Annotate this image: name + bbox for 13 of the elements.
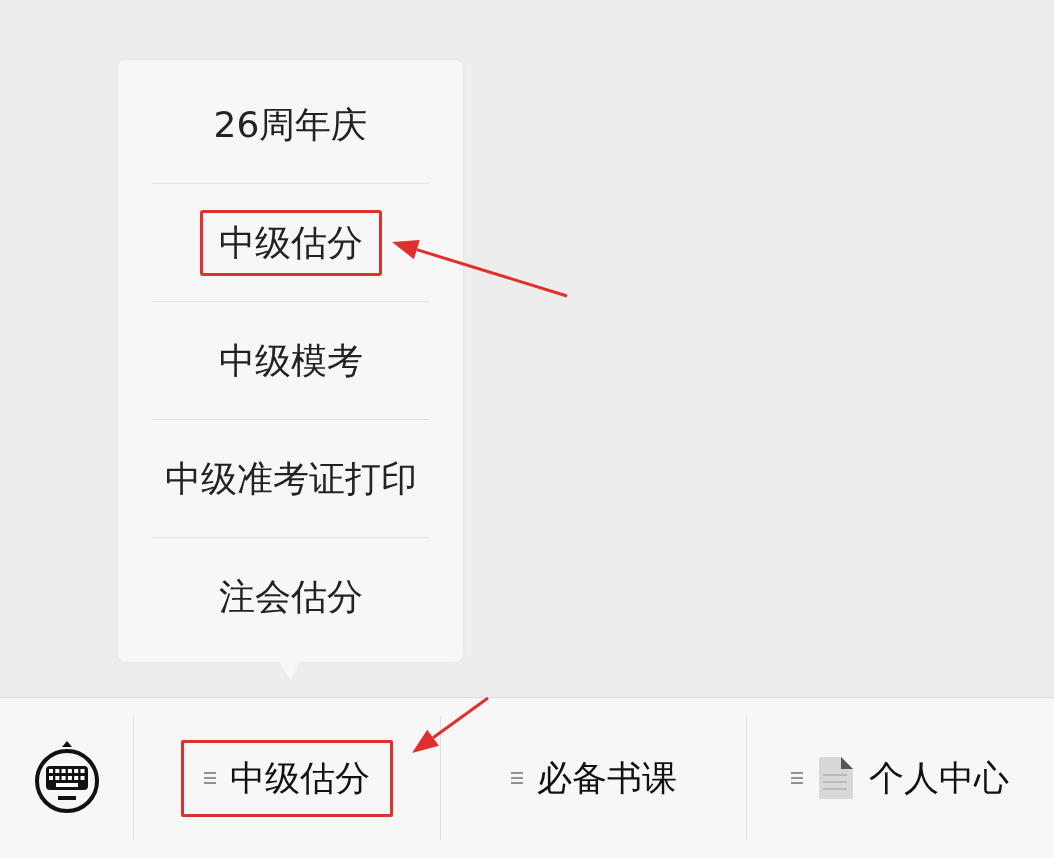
menu-tab[interactable]: 必备书课 (440, 716, 748, 840)
keyboard-icon (33, 741, 100, 815)
menu-icon (203, 771, 216, 785)
keyboard-button[interactable] (33, 741, 100, 815)
menu-icon (510, 771, 523, 785)
document-icon (817, 755, 856, 801)
menu-tab[interactable]: 个人中心 (747, 716, 1054, 840)
menu-item[interactable]: 中级准考证打印 (118, 420, 463, 538)
menu-item[interactable]: 26周年庆 (118, 66, 463, 184)
menu-item[interactable]: 中级估分 (118, 184, 463, 302)
menu-item[interactable]: 中级模考 (118, 302, 463, 420)
menu-icon (791, 771, 804, 785)
menu-item[interactable]: 注会估分 (118, 538, 463, 656)
